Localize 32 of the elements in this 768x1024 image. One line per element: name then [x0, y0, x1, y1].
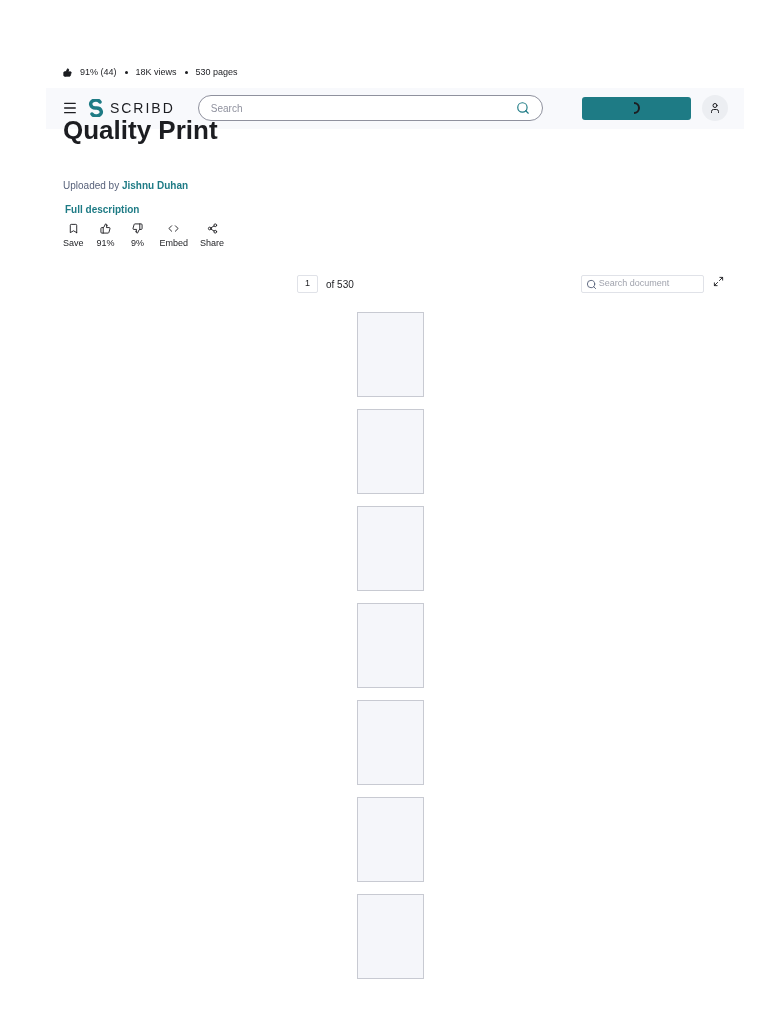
fullscreen-icon[interactable]: [712, 275, 724, 287]
search-field[interactable]: Search: [210, 100, 516, 116]
uploader-text: Uploaded by Jishnu Duhan: [62, 178, 190, 193]
page-total-text: of 530: [326, 277, 354, 292]
bookmark-icon: [67, 222, 79, 234]
document-search-bar[interactable]: Search document: [580, 275, 704, 293]
loading-spinner-icon: [633, 102, 640, 114]
full-description-link[interactable]: Full description: [65, 201, 140, 217]
document-search-field[interactable]: Search document: [598, 277, 699, 291]
action-button[interactable]: 91%: [95, 222, 116, 250]
views-text: 18K views: [135, 66, 177, 79]
action-button[interactable]: Embed: [159, 222, 189, 250]
thumbs-up-icon: [63, 68, 72, 78]
menu-icon[interactable]: [62, 100, 78, 116]
page-number-field[interactable]: 1: [297, 275, 318, 293]
search-icon: [585, 278, 597, 290]
pages-text: 530 pages: [195, 66, 238, 79]
rating-text: 91% (44): [80, 66, 117, 79]
share-icon: [206, 222, 218, 234]
thumbs-down-icon: [132, 222, 143, 234]
search-icon[interactable]: [515, 101, 530, 115]
logo-icon: [87, 99, 104, 117]
action-button[interactable]: 9%: [127, 222, 148, 250]
code-icon: [168, 222, 180, 234]
user-icon: [709, 102, 722, 114]
upload-button[interactable]: [581, 96, 692, 120]
account-button[interactable]: [702, 95, 728, 121]
action-button[interactable]: Share: [200, 222, 225, 250]
search-bar[interactable]: Search: [197, 95, 543, 121]
uploader-link[interactable]: Jishnu Duhan: [121, 179, 189, 191]
thumbs-up-icon: [100, 222, 111, 234]
action-button[interactable]: Save: [63, 222, 84, 250]
